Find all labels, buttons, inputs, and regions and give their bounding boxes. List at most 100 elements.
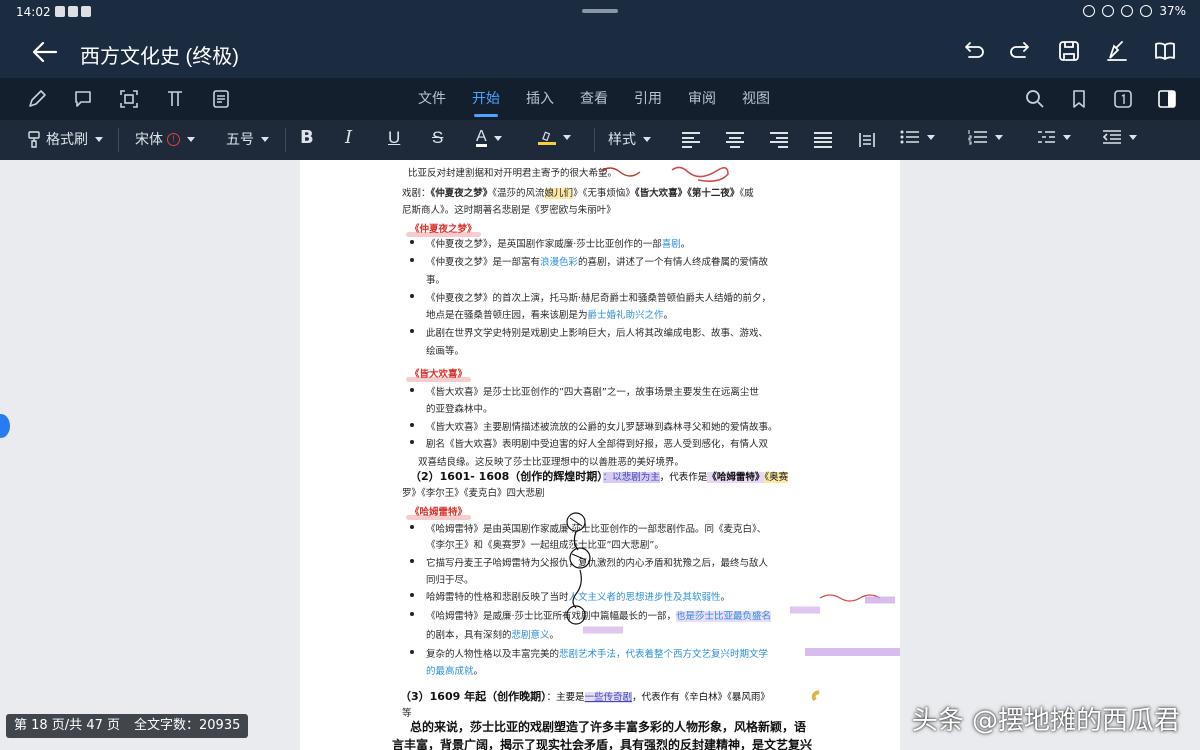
bullet-item: 哈姆雷特的性格和悲剧反映了当时人文主义者的思想进步性及其软弱性。 [426,592,731,603]
pen-icon[interactable] [26,88,48,110]
page-info-bar: 第 18 页/共 47 页全文字数：20935 [6,714,249,738]
bullet-item-cont: 绘画等。 [426,346,465,357]
multilevel-list-button[interactable] [1036,129,1071,145]
font-family-select[interactable]: 宋体 ! [135,129,195,149]
search-icon[interactable] [1024,88,1046,110]
document-title: 西方文化史 (终极) [80,46,239,68]
multilevel-list-icon [1038,131,1055,143]
word-count: 全文字数：20935 [134,718,241,733]
highlighter-icon [538,131,556,145]
bullet-item: 复杂的人物性格以及丰富完美的悲剧艺术手法，代表着整个西方文艺复兴时期文学 [426,649,769,660]
document-page[interactable]: 比亚反对封建割据和对开明君主寄予的很大希望。 戏剧：《仲夏夜之梦》《温莎的风流娘… [300,160,900,750]
bookmark-icon[interactable] [1068,88,1090,110]
notification-icons [55,6,91,17]
page-number: 第 18 页/共 47 页 [14,718,120,733]
section-heading-3: （3）1609 年起（创作晚期）：主要是一些传奇剧，代表作有《辛白林》《暴风雨》 [400,690,770,703]
tab-review[interactable]: 审阅 [688,88,716,108]
floating-ball-button[interactable] [0,414,10,438]
align-left-icon[interactable] [682,132,700,148]
tab-reference[interactable]: 引用 [634,88,662,108]
strikethrough-icon[interactable]: S [432,128,443,148]
bullet-item: 它描写丹麦王子哈姆雷特为父报仇，复仇激烈的内心矛盾和犹豫之后，最终与敌人 [426,558,769,569]
format-painter-icon [28,131,40,148]
save-icon[interactable] [1056,38,1082,64]
pen-share-icon[interactable] [1104,38,1130,64]
decrease-indent-button[interactable] [1102,129,1137,145]
tab-display[interactable]: 视图 [742,88,770,108]
read-mode-book-icon[interactable] [1152,38,1178,64]
tab-home[interactable]: 开始 [472,88,500,117]
summary-paragraph: 总的来说，莎士比亚的戏剧塑造了许多丰富多彩的人物形象，风格新颖，语 [410,720,807,734]
bullet-item: 《仲夏夜之梦》是一部富有浪漫色彩的喜剧，讲述了一个有情人终成眷属的爱情故 [426,257,769,268]
bullet-item-cont: 事。 [426,275,446,286]
summary-paragraph-2: 言丰富，背景广阔，揭示了现实社会矛盾，具有强烈的反封建精神，是文艺复兴 [392,738,813,750]
align-right-icon[interactable] [770,132,788,148]
bullet-item: 《仲夏夜之梦》的首次上演，托马斯·赫尼奇爵士和骚桑普顿伯爵夫人结婚的前夕， [426,293,772,304]
format-painter-button[interactable]: 格式刷 [26,129,103,149]
status-bar: 14:02 37% [0,0,1200,24]
redo-icon[interactable] [1008,38,1034,64]
doc-line-drama-2: 尼斯商人》。这时期著名悲剧是《罗密欧与朱丽叶》 [402,205,616,216]
drag-handle[interactable] [582,9,618,13]
font-color-icon: A [476,128,487,147]
scan-icon[interactable] [118,88,140,110]
text-tool-icon[interactable] [164,88,186,110]
status-time: 14:02 [16,5,51,19]
doc-line: 比亚反对封建割据和对开明君主寄予的很大希望。 [408,168,618,179]
tab-view[interactable]: 查看 [580,88,608,108]
doc-line: 等 [402,708,412,719]
wifi-icon [1140,5,1153,17]
bullet-item: 《仲夏夜之梦》，是英国剧作家威廉·莎士比亚创作的一部喜剧。 [426,239,691,250]
bold-icon[interactable]: B [300,127,314,148]
doc-line: 罗》《李尔王》《麦克白》四大悲剧 [402,488,545,499]
align-center-icon[interactable] [726,132,744,148]
battery-level: 37% [1159,4,1186,18]
bullet-item: 剧名《皆大欢喜》表明剧中受迫害的好人全部得到好报，恶人受到感化，有情人双 [426,439,769,450]
bullet-list-button[interactable] [900,129,935,145]
bullet-item-cont: 的亚登森林中。 [426,404,493,415]
highlight-button[interactable] [538,129,571,145]
doc-line-drama: 戏剧：《仲夏夜之梦》《温莎的风流娘儿们》《无事烦恼》《皆大欢喜》《第十二夜》《威 [402,188,754,199]
font-size-value: 五号 [226,131,254,147]
heading-midsummer: 《仲夏夜之梦》 [406,221,481,237]
bullet-item-cont: 的剧本，具有深刻的悲剧意义。 [426,630,560,641]
menu-bar: 文件 开始 插入 查看 引用 审阅 视图 [0,78,1200,120]
font-size-select[interactable]: 五号 [226,129,269,149]
bullet-item-cont: 双喜结良缘。这反映了莎士比亚理想中的以善胜恶的美好境界。 [418,457,685,468]
comment-icon[interactable] [72,88,94,110]
style-select[interactable]: 样式 [608,129,651,149]
title-bar: 14:02 37% 西方文化史 (终极) [0,0,1200,78]
underline-icon[interactable]: U [388,128,400,148]
outline-icon[interactable] [210,88,232,110]
undo-icon[interactable] [960,38,986,64]
italic-icon[interactable]: I [345,127,352,148]
justify-icon[interactable] [814,132,832,148]
bullet-item-cont: 《李尔王》和《奥赛罗》一起组成莎士比亚”四大悲剧”。 [426,540,664,551]
back-arrow-icon[interactable] [30,38,60,66]
tab-file[interactable]: 文件 [418,88,446,108]
font-color-button[interactable]: A [476,129,502,147]
bullet-item: 《皆大欢喜》主要剧情描述被流放的公爵的女儿罗瑟琳到森林寻父和她的爱情故事。 [426,422,778,433]
bluetooth-icon [1102,5,1115,17]
bullet-item-cont: 地点是在骚桑普顿庄园，看来该剧是为爵士婚礼助兴之作。 [426,310,674,321]
style-label: 样式 [608,131,636,147]
sidebar-toggle-icon[interactable] [1156,88,1178,110]
heading-hamlet: 《哈姆雷特》 [405,504,472,520]
moon-icon [1121,5,1134,17]
font-family-value: 宋体 [135,131,163,147]
numbered-list-icon [968,130,987,145]
watermark-text: 头条 @摆地摊的西瓜君 [911,706,1180,736]
bullet-list-icon [900,130,919,144]
bullet-item-cont: 同归于尽。 [426,575,474,586]
page-count-icon[interactable] [1112,88,1134,110]
tab-insert[interactable]: 插入 [526,88,554,108]
format-painter-label: 格式刷 [46,131,88,147]
numbered-list-button[interactable] [968,129,1003,145]
bullet-item: 《哈姆雷特》是威廉·莎士比亚所有戏剧中篇幅最长的一部，也是莎士比亚最负盛名 [426,611,772,622]
eye-icon [1083,5,1096,17]
distributed-align-icon[interactable] [858,131,876,149]
heading-as-you-like-it: 《皆大欢喜》 [405,366,472,382]
bullet-item-cont: 的最高成就。 [426,666,484,677]
font-warning-icon: ! [167,132,180,146]
section-heading-2: （2）1601- 1608（创作的辉煌时期）：以悲剧为主，代表作是《哈姆雷特》《… [410,470,789,483]
